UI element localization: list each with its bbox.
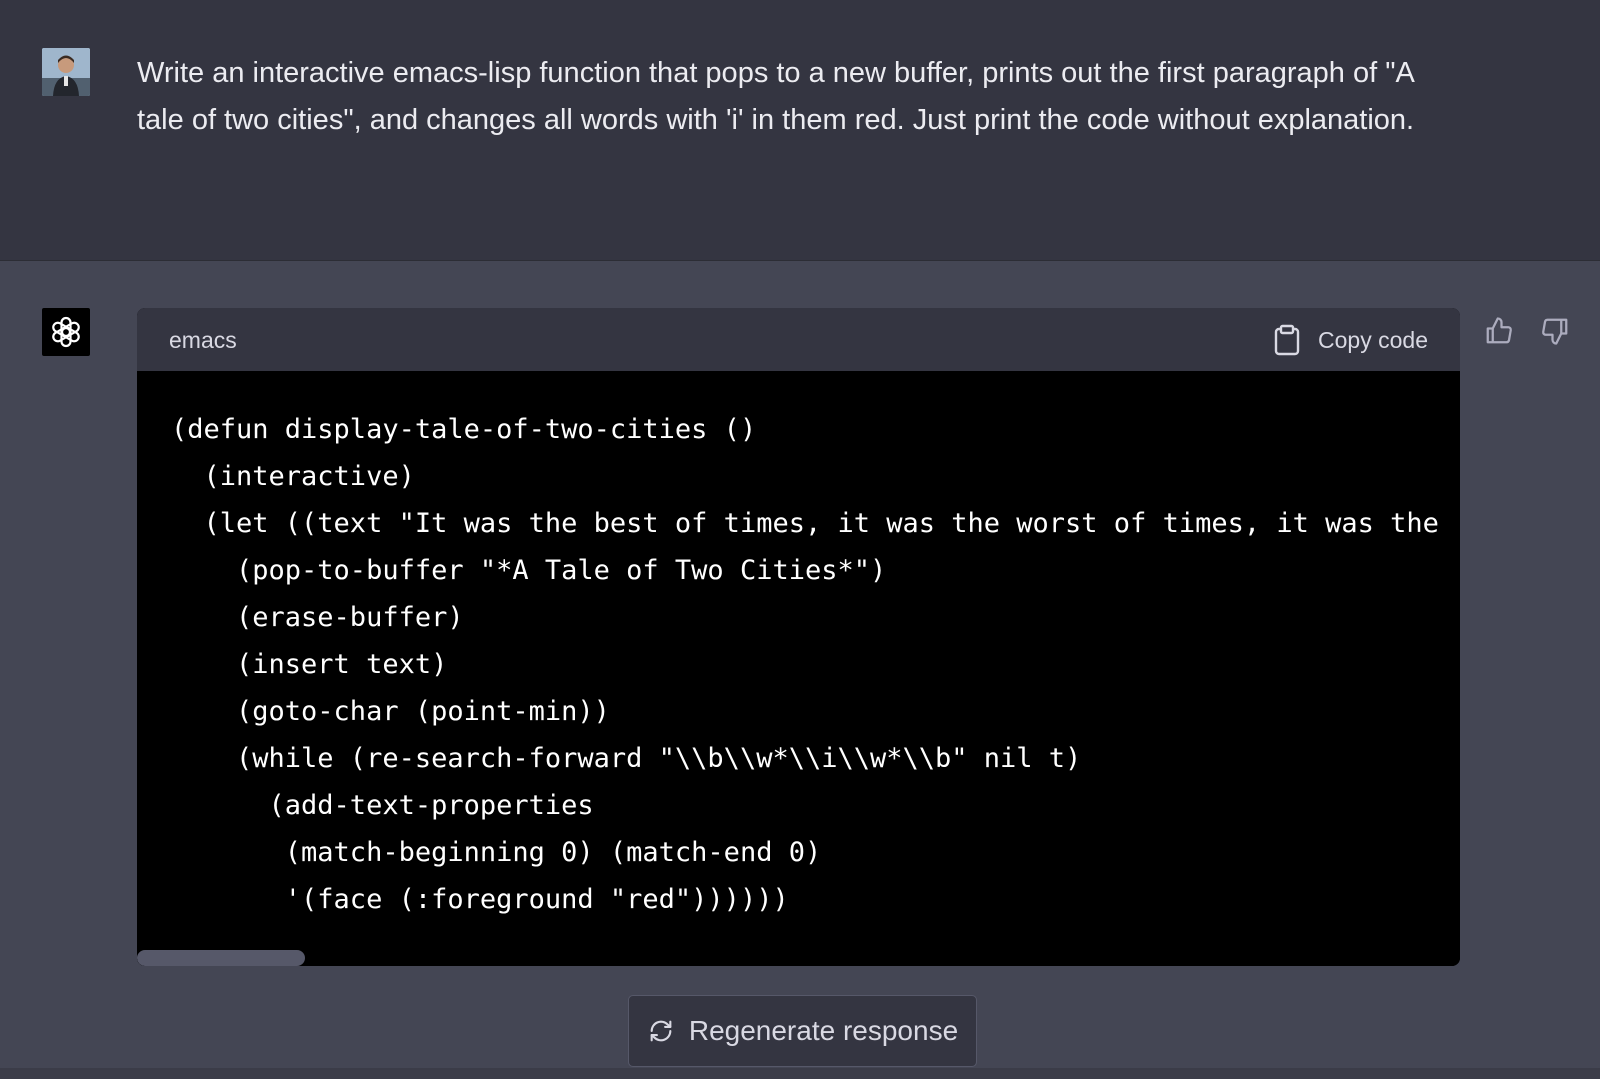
input-area-edge [0, 1068, 1600, 1079]
user-avatar [42, 48, 90, 96]
code-body: (defun display-tale-of-two-cities () (in… [137, 371, 1460, 966]
user-photo-icon [42, 48, 90, 96]
code-line: (add-text-properties [171, 790, 594, 821]
openai-logo-icon [52, 316, 80, 348]
clipboard-icon [1274, 324, 1300, 356]
code-block: emacs Copy code (defun display-tale-of-t… [137, 308, 1460, 966]
code-line: '(face (:foreground "red")))))) [171, 884, 789, 915]
thumbs-up-icon [1486, 317, 1512, 344]
user-message: Write an interactive emacs-lisp function… [0, 0, 1600, 261]
regenerate-response-button[interactable]: Regenerate response [628, 995, 977, 1067]
code-line: (goto-char (point-min)) [171, 696, 610, 727]
copy-code-label: Copy code [1318, 326, 1428, 353]
code-block-header: emacs Copy code [137, 308, 1460, 371]
code-line: (while (re-search-forward "\\b\\w*\\i\\w… [171, 743, 1082, 774]
refresh-icon [650, 1020, 672, 1042]
code-text: (defun display-tale-of-two-cities () (in… [171, 406, 1439, 923]
code-horizontal-scrollbar[interactable] [137, 950, 1460, 966]
code-line: (pop-to-buffer "*A Tale of Two Cities*") [171, 555, 887, 586]
assistant-avatar [42, 308, 90, 356]
thumbs-up-button[interactable] [1482, 314, 1516, 348]
code-line: (let ((text "It was the best of times, i… [171, 508, 1439, 539]
copy-code-button[interactable]: Copy code [1274, 322, 1428, 358]
scrollbar-thumb[interactable] [137, 950, 305, 966]
code-line: (interactive) [171, 461, 415, 492]
code-line: (match-beginning 0) (match-end 0) [171, 837, 822, 868]
user-message-text: Write an interactive emacs-lisp function… [137, 57, 1415, 136]
regenerate-label: Regenerate response [688, 1015, 959, 1046]
thumbs-down-button[interactable] [1538, 314, 1572, 348]
code-line: (insert text) [171, 649, 448, 680]
code-language-label: emacs [169, 327, 237, 353]
code-line: (defun display-tale-of-two-cities () [171, 414, 757, 445]
thumbs-down-icon [1542, 318, 1568, 345]
code-line: (erase-buffer) [171, 602, 464, 633]
